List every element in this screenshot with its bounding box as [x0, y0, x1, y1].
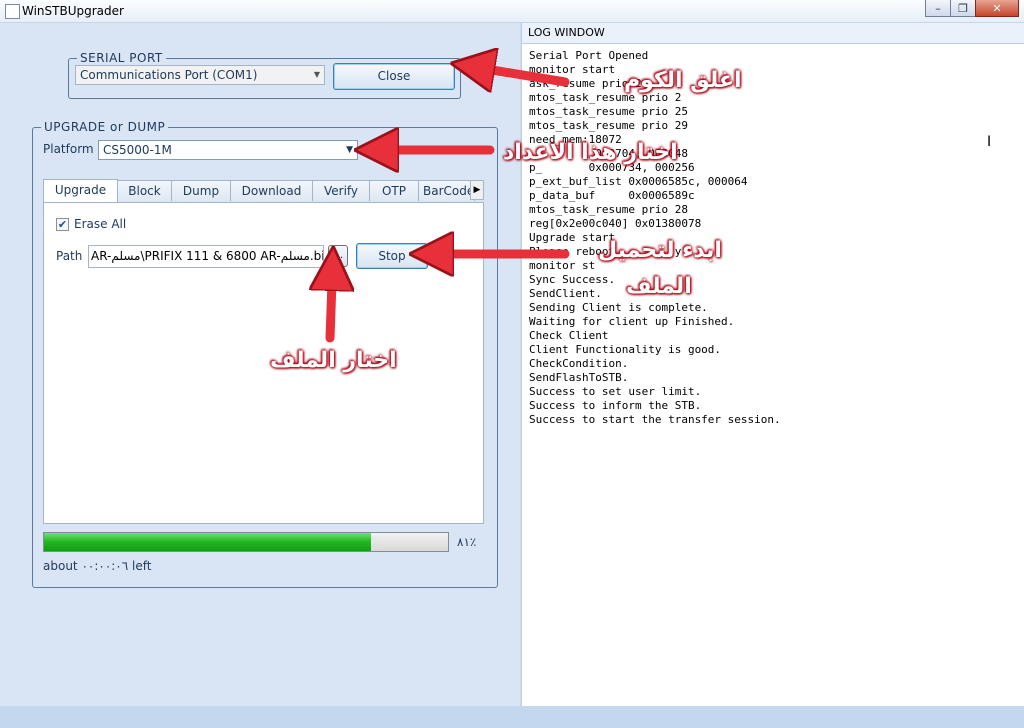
annotation-start-loading-2: الملف — [626, 274, 692, 299]
arrow-to-browse-button — [330, 282, 332, 343]
annotation-choose-file: اختار الملف — [270, 348, 397, 373]
tab-upgrade[interactable]: Upgrade — [43, 179, 118, 202]
annotation-start-loading: ابدء لتحميل — [598, 238, 722, 263]
arrow-to-close-button — [486, 69, 570, 82]
annotation-arrows — [0, 0, 570, 343]
annotation-choose-setting: اختار هذا الاعداد — [503, 140, 678, 165]
annotation-close-port: اغلق الكوم — [624, 68, 742, 93]
